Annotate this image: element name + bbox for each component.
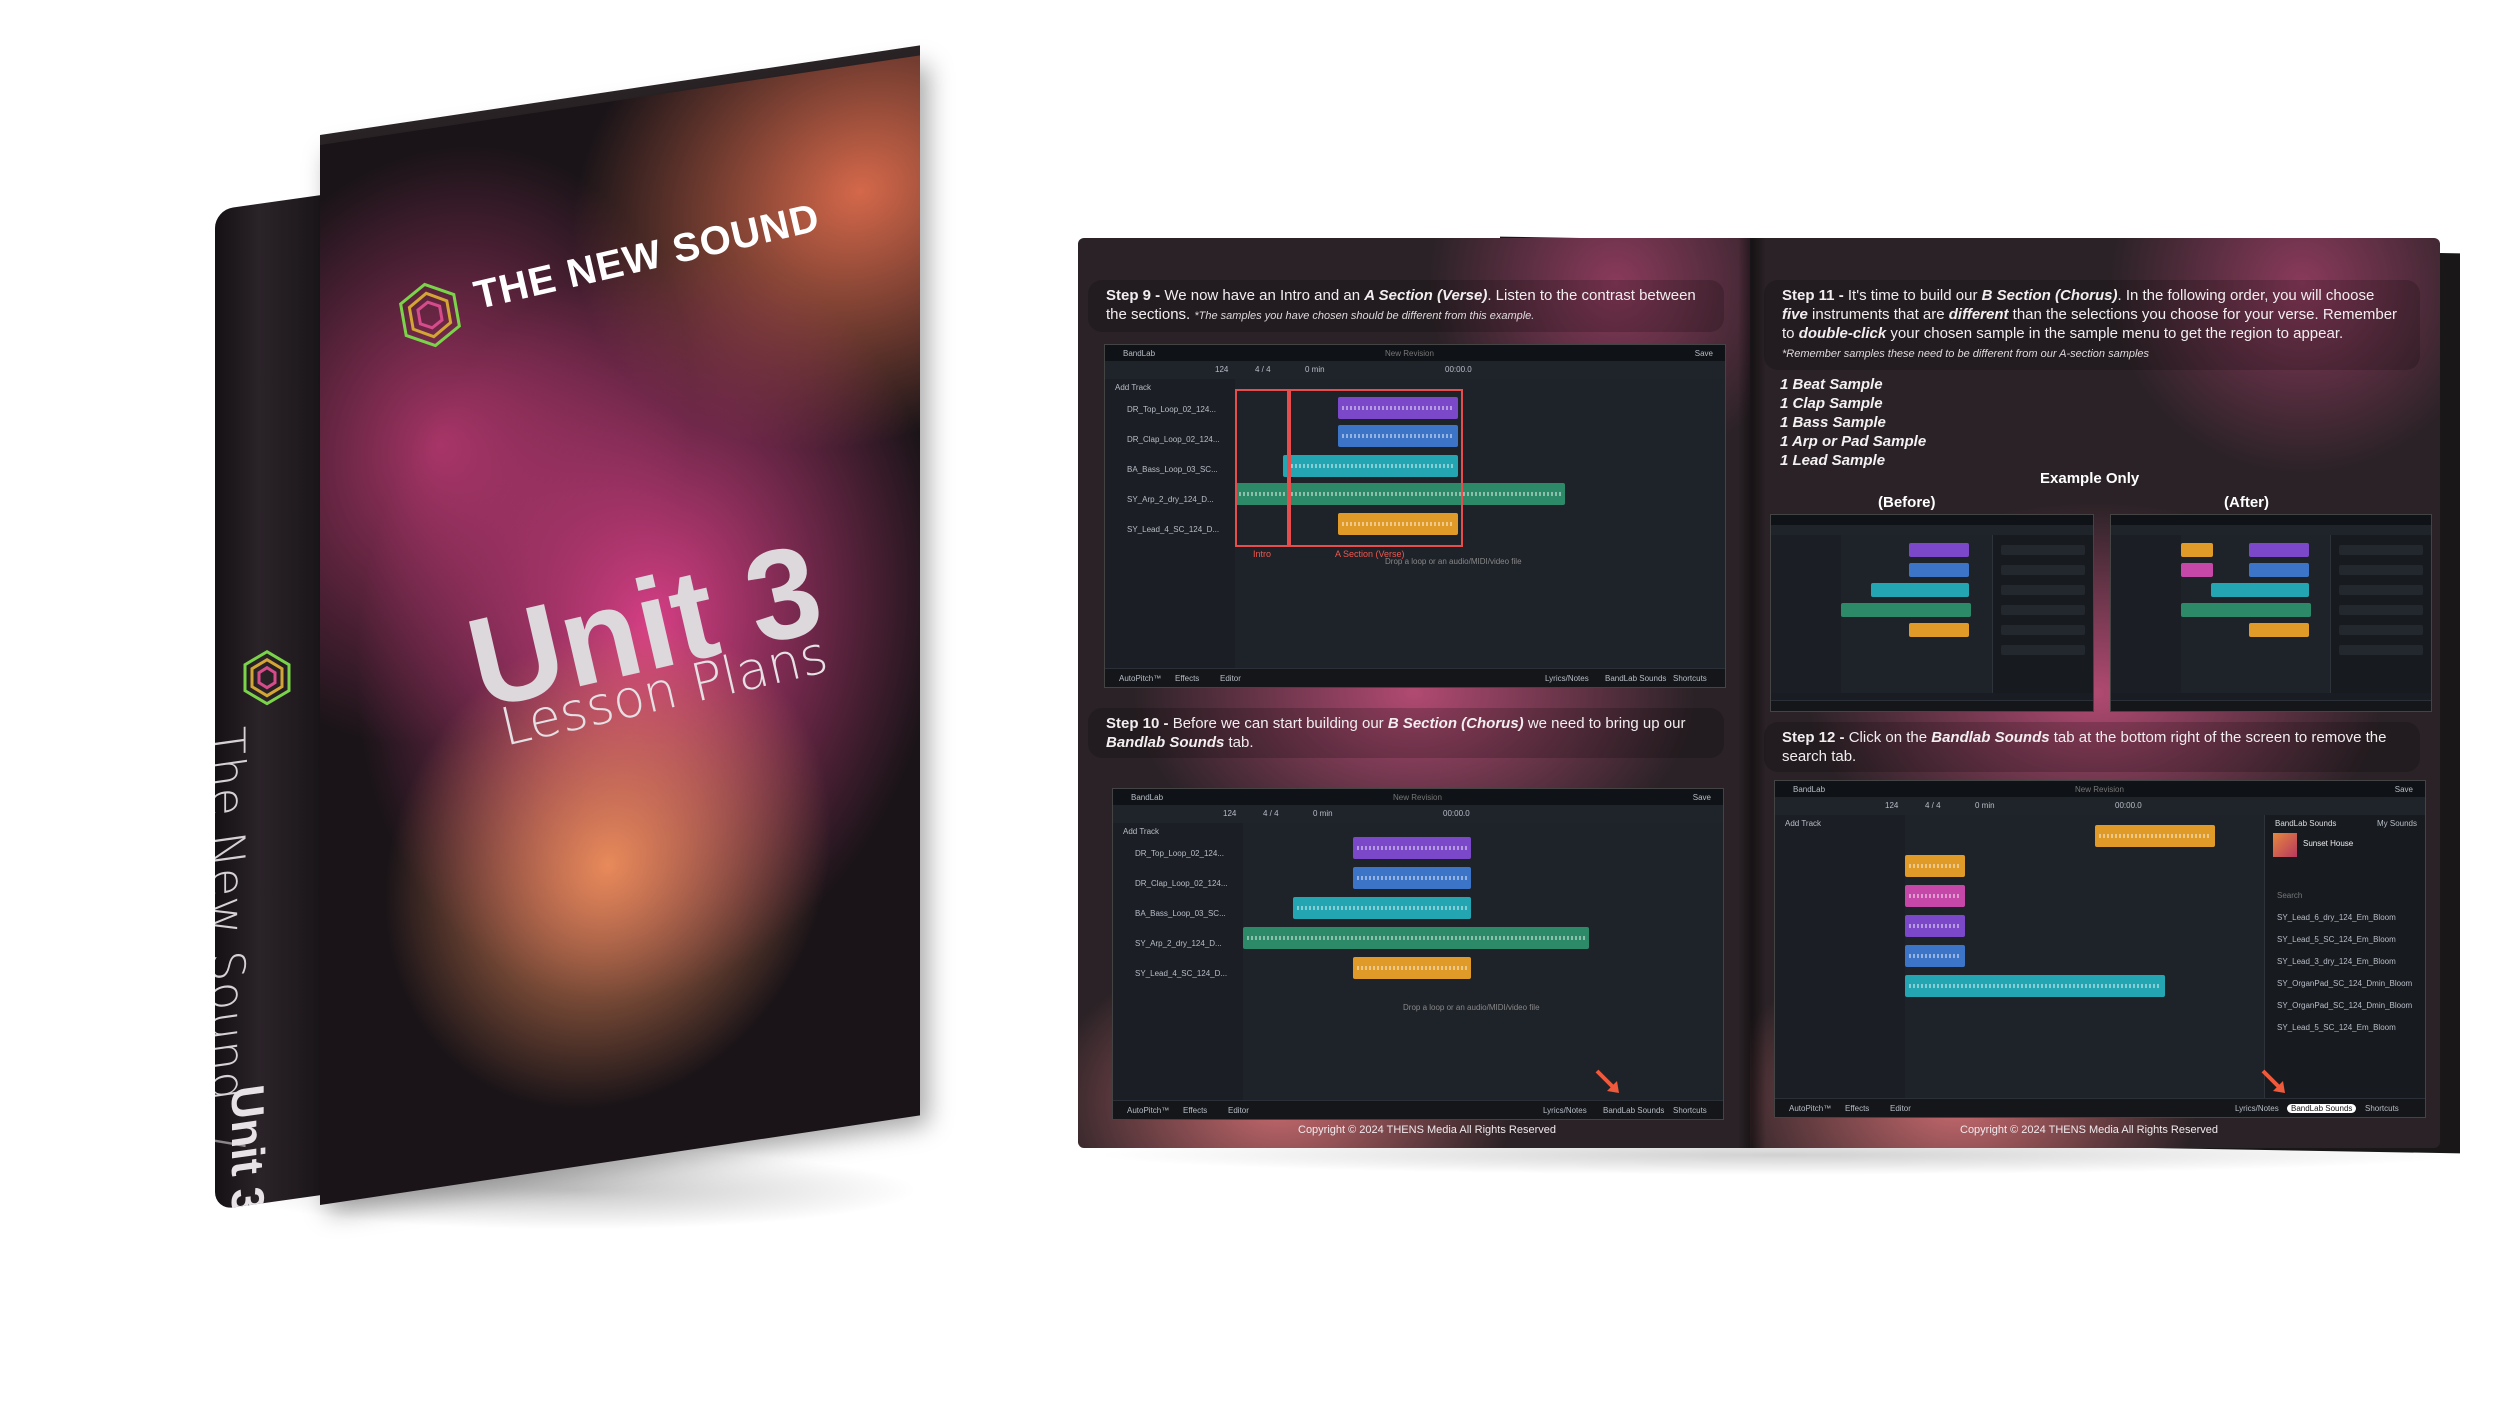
sample-list: 1 Beat Sample 1 Clap Sample 1 Bass Sampl… xyxy=(1780,375,1926,470)
daw-track-list: Add Track DR_Top_Loop_02_124... DR_Clap_… xyxy=(1113,823,1244,1101)
intro-highlight xyxy=(1235,389,1291,547)
clip-lead xyxy=(1353,957,1471,979)
workbook-spread: Step 9 - We now have an Intro and an A S… xyxy=(1078,238,2458,1158)
red-arrow-icon xyxy=(2261,1069,2285,1093)
step11-text: Step 11 - It's time to build our B Secti… xyxy=(1764,280,2420,370)
daw-arrangement: Drop a loop or an audio/MIDI/video file xyxy=(1243,823,1723,1101)
daw-bottom-bar: AutoPitch™ Effects Editor Lyrics/Notes B… xyxy=(1113,1100,1723,1119)
hexagon-spiral-logo-icon xyxy=(243,649,291,706)
clip-clap-loop xyxy=(1353,867,1471,889)
daw-screenshot-step10: BandLab New Revision Save 124 4 / 4 0 mi… xyxy=(1112,788,1724,1120)
spine-unit: Unit 3 xyxy=(222,1081,274,1210)
verse-highlight xyxy=(1287,389,1463,547)
after-label: (After) xyxy=(2224,494,2269,511)
page-gutter xyxy=(1738,238,1766,1148)
sample-list-item: 1 Beat Sample xyxy=(1780,376,1883,393)
bandlab-sounds-panel: BandLab Sounds My Sounds Sunset House Se… xyxy=(2264,815,2425,1099)
clip-arp xyxy=(1243,927,1589,949)
daw-arrangement xyxy=(1905,815,2265,1099)
daw-thumbnail-before xyxy=(1770,514,2094,712)
daw-screenshot-step12: BandLab New Revision Save 124 4 / 4 0 mi… xyxy=(1774,780,2426,1118)
before-label: (Before) xyxy=(1878,494,1936,511)
clip-top-loop xyxy=(1353,837,1471,859)
right-page: Step 11 - It's time to build our B Secti… xyxy=(1750,238,2440,1148)
daw-arrangement: Intro A Section (Verse) Drop a loop or a… xyxy=(1235,379,1725,669)
clip-bass-loop xyxy=(1293,897,1471,919)
example-only-label: Example Only xyxy=(2040,470,2140,487)
daw-bottom-bar: AutoPitch™ Effects Editor Lyrics/Notes B… xyxy=(1105,668,1725,687)
daw-bottom-bar: AutoPitch™ Effects Editor Lyrics/Notes B… xyxy=(1775,1098,2425,1117)
step12-text: Step 12 - Click on the Bandlab Sounds ta… xyxy=(1764,722,2420,772)
daw-titlebar: BandLab New Revision Save xyxy=(1113,789,1723,805)
step9-text: Step 9 - We now have an Intro and an A S… xyxy=(1088,280,1724,332)
pack-artwork xyxy=(2273,833,2297,857)
daw-screenshot-step9: BandLab New Revision Save 124 4 / 4 0 mi… xyxy=(1104,344,1726,688)
step10-text: Step 10 - Before we can start building o… xyxy=(1088,708,1724,758)
copyright-left: Copyright © 2024 THENS Media All Rights … xyxy=(1298,1124,1556,1136)
copyright-right: Copyright © 2024 THENS Media All Rights … xyxy=(1960,1124,2218,1136)
sample-list-item: 1 Bass Sample xyxy=(1780,414,1886,431)
daw-titlebar: BandLab New Revision Save xyxy=(1775,781,2425,797)
sample-list-item: 1 Lead Sample xyxy=(1780,452,1886,469)
left-page: Step 9 - We now have an Intro and an A S… xyxy=(1078,238,1750,1148)
sample-list-item: 1 Clap Sample xyxy=(1780,395,1883,412)
daw-transport: 124 4 / 4 0 min 00:00.0 xyxy=(1775,797,2425,816)
hexagon-spiral-logo-icon xyxy=(399,282,461,348)
daw-transport: 124 4 / 4 0 min 00:00.0 xyxy=(1105,361,1725,380)
daw-track-list: Add Track xyxy=(1775,815,1906,1099)
red-arrow-icon xyxy=(1595,1069,1619,1093)
daw-track-list: Add Track DR_Top_Loop_02_124... DR_Clap_… xyxy=(1105,379,1236,669)
daw-titlebar: BandLab New Revision Save xyxy=(1105,345,1725,361)
daw-thumbnail-after xyxy=(2110,514,2432,712)
sample-list-item: 1 Arp or Pad Sample xyxy=(1780,433,1927,450)
daw-transport: 124 4 / 4 0 min 00:00.0 xyxy=(1113,805,1723,824)
book-spine: The New Sound / Unit 3 xyxy=(215,194,325,1210)
